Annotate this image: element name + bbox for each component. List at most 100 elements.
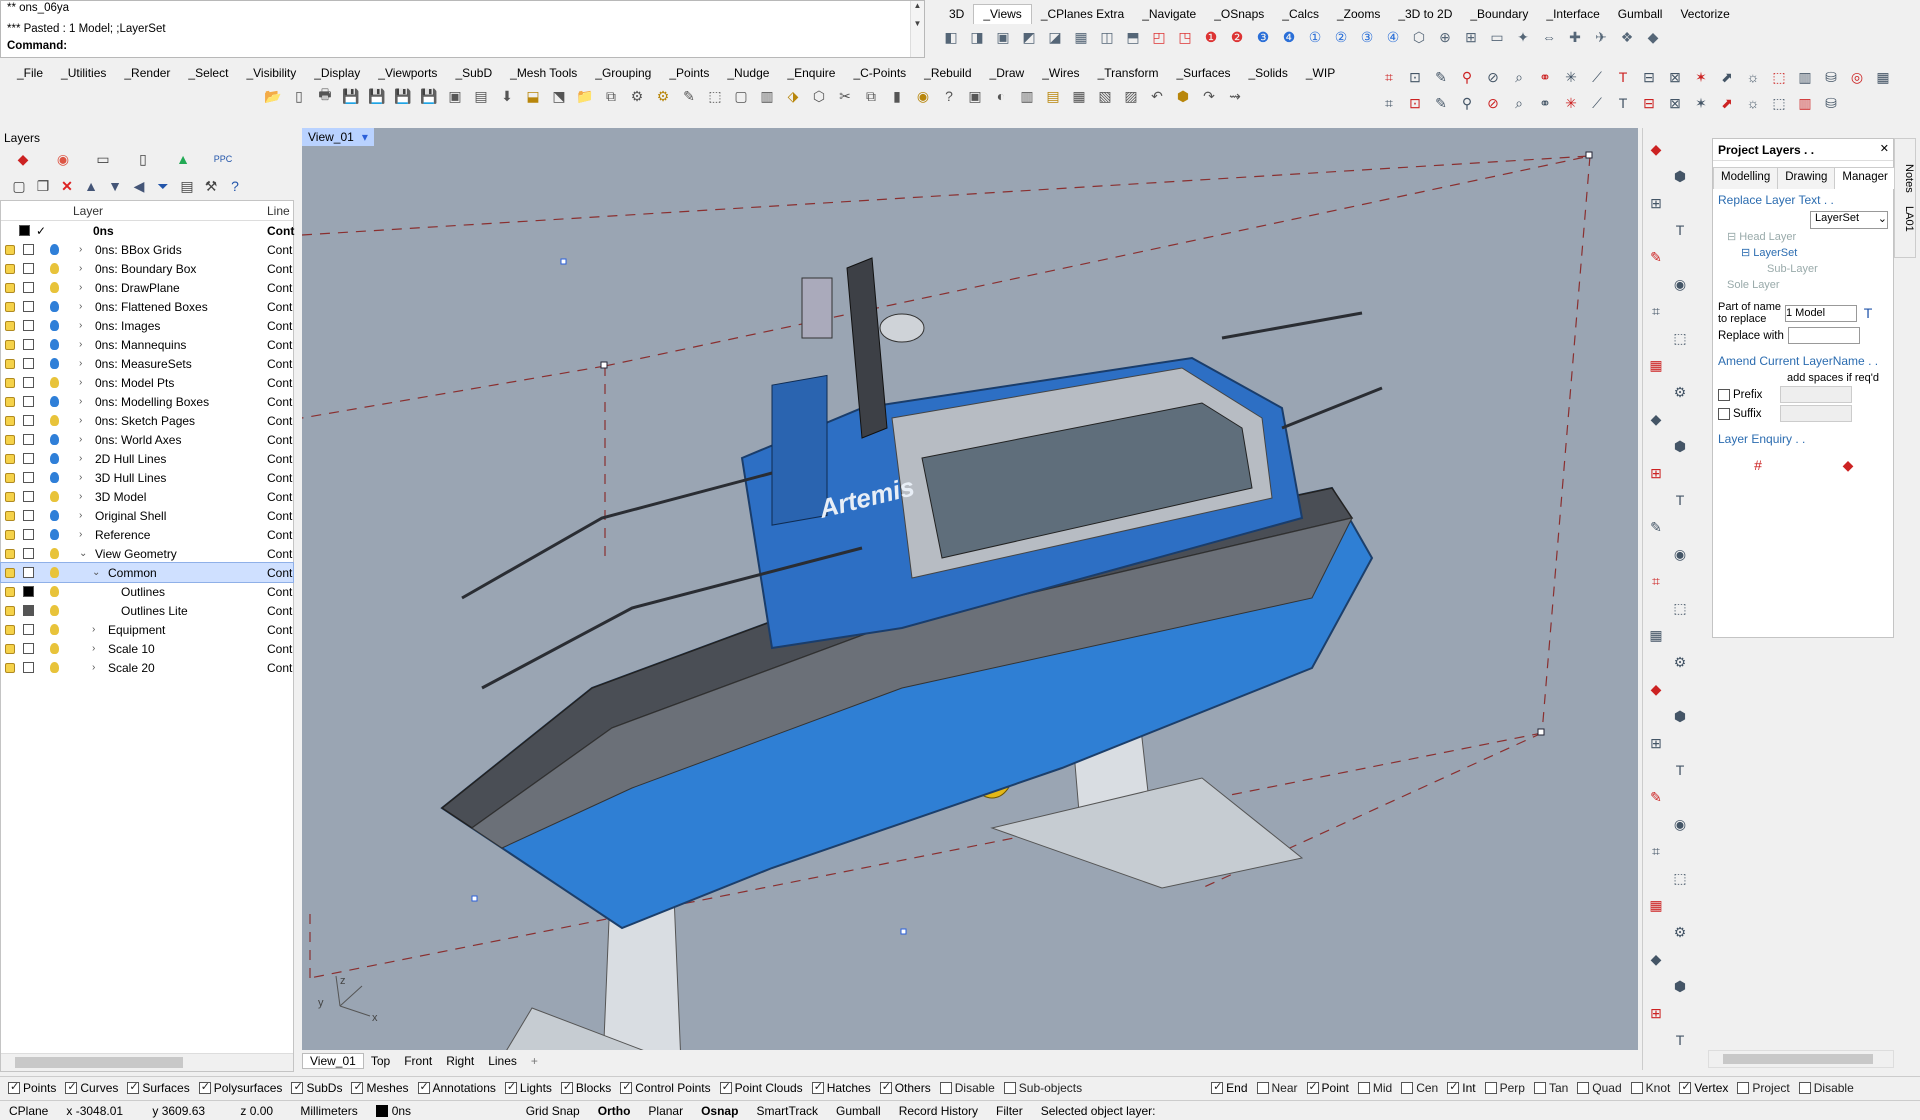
chevron-right-icon[interactable]: ›: [79, 415, 82, 426]
chevron-down-icon[interactable]: ⌄: [92, 567, 100, 578]
layer-color-swatch[interactable]: [23, 301, 34, 312]
filters-curves-checkbox[interactable]: Curves: [65, 1080, 118, 1095]
viewport-view-01[interactable]: Artemis x y z View_01 ▾: [302, 128, 1638, 1050]
move-down-icon[interactable]: ▼: [104, 175, 126, 197]
filters-sub-objects-checkbox[interactable]: Sub-objects: [1003, 1081, 1082, 1095]
layer-row[interactable]: › 0ns: DrawPlane Cont: [1, 278, 293, 297]
layer-color-swatch[interactable]: [23, 643, 34, 654]
chevron-right-icon[interactable]: ›: [79, 396, 82, 407]
right-tool-icon-37[interactable]: ▥: [1794, 92, 1816, 114]
delete-layer-icon[interactable]: ✕: [56, 175, 78, 197]
lock-icon[interactable]: [5, 377, 15, 388]
layer-row[interactable]: › Equipment Cont: [1, 620, 293, 639]
tab-3d[interactable]: 3D: [940, 7, 973, 21]
layer-row[interactable]: › 0ns: MeasureSets Cont: [1, 354, 293, 373]
osnaps-end-checkbox[interactable]: End: [1211, 1080, 1248, 1095]
chevron-right-icon[interactable]: ›: [79, 339, 82, 350]
filters-point-clouds-checkbox[interactable]: Point Clouds: [719, 1080, 803, 1095]
layer-linetype[interactable]: Cont: [267, 357, 292, 371]
main-tool-icon-38[interactable]: ⇝: [1224, 85, 1246, 107]
tool-icon-21[interactable]: ⊞: [1460, 26, 1482, 48]
right-tool-icon-30[interactable]: T: [1612, 92, 1634, 114]
right-tool-icon-11[interactable]: ⊟: [1638, 66, 1660, 88]
lightbulb-icon[interactable]: [50, 472, 59, 483]
layer-color-swatch[interactable]: [23, 415, 34, 426]
layer-color-swatch[interactable]: [23, 358, 34, 369]
checkbox-box[interactable]: [1577, 1081, 1590, 1094]
tab-points[interactable]: _Points: [660, 66, 718, 80]
chevron-right-icon[interactable]: ›: [79, 282, 82, 293]
layer-row[interactable]: Outlines Cont: [1, 582, 293, 601]
osnaps-point-checkbox[interactable]: Point: [1306, 1080, 1349, 1095]
chevron-right-icon[interactable]: ›: [79, 358, 82, 369]
tab-utilities[interactable]: _Utilities: [52, 66, 115, 80]
layer-linetype[interactable]: Cont: [267, 414, 292, 428]
lock-icon[interactable]: [5, 358, 15, 369]
tab-subd[interactable]: _SubD: [446, 66, 501, 80]
chevron-down-icon[interactable]: ⌄: [79, 548, 87, 559]
checkbox-box[interactable]: [127, 1080, 140, 1094]
checkbox-box[interactable]: [504, 1080, 517, 1094]
prefix-checkbox[interactable]: Prefix: [1713, 386, 1893, 403]
layer-color-swatch[interactable]: [23, 263, 34, 274]
main-tool-icon-18[interactable]: ⬚: [704, 85, 726, 107]
tool-icon-20[interactable]: ⊕: [1434, 26, 1456, 48]
side-tool-icon-29[interactable]: ▦: [1645, 894, 1667, 916]
tree-head-layer[interactable]: ⊟ Head Layer: [1727, 229, 1893, 245]
filters-annotations-checkbox[interactable]: Annotations: [417, 1080, 496, 1095]
lock-icon[interactable]: [5, 244, 15, 255]
checkbox-box[interactable]: [351, 1080, 364, 1094]
lock-icon[interactable]: [5, 510, 15, 521]
filters-lights-checkbox[interactable]: Lights: [504, 1080, 552, 1095]
side-tool-icon-11[interactable]: ◆: [1645, 408, 1667, 430]
layer-row[interactable]: › 0ns: Boundary Box Cont: [1, 259, 293, 278]
checkbox-box[interactable]: [1401, 1081, 1414, 1094]
tool-icon-3[interactable]: ▣: [992, 26, 1014, 48]
tab-boundary[interactable]: _Boundary: [1461, 7, 1537, 21]
prefix-input[interactable]: [1780, 386, 1853, 403]
tab-transform[interactable]: _Transform: [1089, 66, 1168, 80]
lock-icon[interactable]: [5, 624, 15, 635]
osnaps-quad-checkbox[interactable]: Quad: [1577, 1081, 1622, 1095]
layer-color-swatch[interactable]: [23, 320, 34, 331]
layer-row[interactable]: ⌄ View Geometry Cont: [1, 544, 293, 563]
lightbulb-icon[interactable]: [50, 586, 59, 597]
layer-color-swatch[interactable]: [23, 586, 34, 597]
layer-linetype[interactable]: Cont: [267, 566, 292, 580]
tool-icon-18[interactable]: ④: [1382, 26, 1404, 48]
side-tool-icon-15[interactable]: ✎: [1645, 516, 1667, 538]
chevron-right-icon[interactable]: ›: [92, 624, 95, 635]
osnaps-perp-checkbox[interactable]: Perp: [1484, 1081, 1525, 1095]
tool-icon-15[interactable]: ①: [1304, 26, 1326, 48]
lock-icon[interactable]: [5, 301, 15, 312]
add-viewport-tab-icon[interactable]: +: [524, 1054, 545, 1068]
main-tool-icon-12[interactable]: ⬔: [548, 85, 570, 107]
tool-icon-19[interactable]: ⬡: [1408, 26, 1430, 48]
layer-row[interactable]: › Scale 10 Cont: [1, 639, 293, 658]
document-icon[interactable]: ▯: [132, 148, 154, 170]
tab-gumball[interactable]: Gumball: [1609, 7, 1672, 21]
toggle-planar[interactable]: Planar: [639, 1104, 692, 1118]
right-tool-icon-36[interactable]: ⬚: [1768, 92, 1790, 114]
tool-icon-7[interactable]: ◫: [1096, 26, 1118, 48]
layer-color-swatch[interactable]: [23, 377, 34, 388]
layer-color-swatch[interactable]: [23, 491, 34, 502]
main-tool-icon-13[interactable]: 📁: [574, 85, 596, 107]
units-label[interactable]: Millimeters: [291, 1104, 366, 1118]
tab-vectorize[interactable]: Vectorize: [1671, 7, 1738, 21]
layer-linetype[interactable]: Cont: [267, 509, 292, 523]
layer-row[interactable]: › 0ns: Model Pts Cont: [1, 373, 293, 392]
checkbox-box[interactable]: [939, 1081, 952, 1094]
side-tool-icon-30[interactable]: ⚙: [1669, 921, 1691, 943]
side-tool-icon-21[interactable]: ◆: [1645, 678, 1667, 700]
right-tool-icon-14[interactable]: ⬈: [1716, 66, 1738, 88]
current-layer-check-icon[interactable]: ✓: [36, 224, 46, 238]
enquiry-layer-icon[interactable]: ◆: [1837, 454, 1859, 476]
tab-rebuild[interactable]: _Rebuild: [915, 66, 980, 80]
right-tool-icon-12[interactable]: ⊠: [1664, 66, 1686, 88]
main-tool-icon-5[interactable]: 💾: [366, 85, 388, 107]
tree-sole-layer[interactable]: Sole Layer: [1727, 277, 1893, 293]
side-tool-icon-3[interactable]: ⊞: [1645, 192, 1667, 214]
tool-icon-4[interactable]: ◩: [1018, 26, 1040, 48]
side-tool-icon-1[interactable]: ◆: [1645, 138, 1667, 160]
